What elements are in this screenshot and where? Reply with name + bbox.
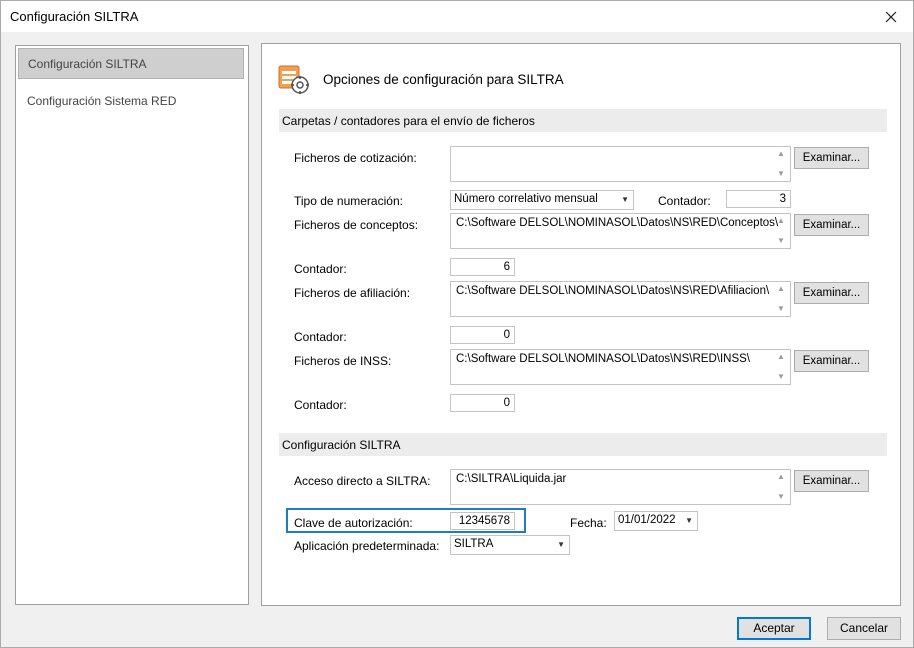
field-value: C:\SILTRA\Liquida.jar <box>456 473 567 485</box>
tipo-numeracion-select[interactable]: Número correlativo mensual ▼ <box>450 190 634 210</box>
ficheros-afiliacion-field[interactable]: C:\Software DELSOL\NOMINASOL\Datos\NS\RE… <box>450 281 791 317</box>
aplicacion-predeterminada-label: Aplicación predeterminada: <box>294 539 440 553</box>
scrollbar[interactable]: ▲ ▼ <box>775 470 790 504</box>
sidebar-item-configuracion-sistema-red[interactable]: Configuración Sistema RED <box>18 86 244 117</box>
section-header-carpetas: Carpetas / contadores para el envío de f… <box>279 109 887 132</box>
chevron-down-icon: ▼ <box>685 516 693 525</box>
sidebar-item-configuracion-siltra[interactable]: Configuración SILTRA <box>18 48 244 79</box>
contador-conceptos-input[interactable]: 6 <box>450 258 515 276</box>
acceso-siltra-label: Acceso directo a SILTRA: <box>294 474 431 488</box>
examinar-siltra-button[interactable]: Examinar... <box>794 470 869 492</box>
chevron-down-icon: ▼ <box>557 540 565 549</box>
sidebar-nav: Configuración SILTRA Configuración Siste… <box>15 45 249 605</box>
contador-inss-label: Contador: <box>294 398 347 412</box>
contador-inss-input[interactable]: 0 <box>450 394 515 412</box>
examinar-cotizacion-button[interactable]: Examinar... <box>794 147 869 169</box>
examinar-afiliacion-button[interactable]: Examinar... <box>794 282 869 304</box>
contador-cotizacion-input[interactable]: 3 <box>726 190 791 208</box>
select-value: Número correlativo mensual <box>454 193 598 205</box>
ficheros-cotizacion-field[interactable]: ▲ ▼ <box>450 146 791 182</box>
scrollbar[interactable]: ▲ ▼ <box>775 350 790 384</box>
scrollbar[interactable]: ▲ ▼ <box>775 282 790 316</box>
settings-folder-icon <box>278 65 309 94</box>
date-value: 01/01/2022 <box>618 514 676 526</box>
section-header-configuracion-siltra: Configuración SILTRA <box>279 433 887 456</box>
scrollbar[interactable]: ▲ ▼ <box>775 214 790 248</box>
examinar-conceptos-button[interactable]: Examinar... <box>794 214 869 236</box>
ficheros-inss-label: Ficheros de INSS: <box>294 354 392 368</box>
contador-label: Contador: <box>658 194 711 208</box>
aplicacion-predeterminada-select[interactable]: SILTRA ▼ <box>450 535 570 555</box>
field-value: C:\Software DELSOL\NOMINASOL\Datos\NS\RE… <box>456 217 779 229</box>
scroll-down-icon: ▼ <box>777 236 785 245</box>
contador-afiliacion-label: Contador: <box>294 330 347 344</box>
field-value: C:\Software DELSOL\NOMINASOL\Datos\NS\RE… <box>456 285 770 297</box>
scroll-down-icon: ▼ <box>777 304 785 313</box>
ficheros-conceptos-field[interactable]: C:\Software DELSOL\NOMINASOL\Datos\NS\RE… <box>450 213 791 249</box>
scroll-up-icon: ▲ <box>777 472 785 481</box>
clave-autorizacion-input[interactable]: 12345678 <box>450 512 515 530</box>
section-title: Configuración SILTRA <box>282 438 401 452</box>
ficheros-cotizacion-label: Ficheros de cotización: <box>294 151 417 165</box>
dialog-window: Configuración SILTRA Configuración SILTR… <box>0 0 914 648</box>
scroll-up-icon: ▲ <box>777 149 785 158</box>
fecha-date-picker[interactable]: 01/01/2022 ▼ <box>614 511 698 531</box>
scroll-up-icon: ▲ <box>777 352 785 361</box>
fecha-label: Fecha: <box>570 516 607 530</box>
clave-autorizacion-label: Clave de autorización: <box>294 516 413 530</box>
ficheros-inss-field[interactable]: C:\Software DELSOL\NOMINASOL\Datos\NS\RE… <box>450 349 791 385</box>
field-value: C:\Software DELSOL\NOMINASOL\Datos\NS\RE… <box>456 353 750 365</box>
scroll-up-icon: ▲ <box>777 284 785 293</box>
scrollbar[interactable]: ▲ ▼ <box>775 147 790 181</box>
tipo-numeracion-label: Tipo de numeración: <box>294 194 403 208</box>
settings-panel: Opciones de configuración para SILTRA Ca… <box>261 43 901 606</box>
close-icon <box>885 11 897 22</box>
scroll-down-icon: ▼ <box>777 372 785 381</box>
close-button[interactable] <box>869 1 913 32</box>
scroll-down-icon: ▼ <box>777 492 785 501</box>
section-title: Carpetas / contadores para el envío de f… <box>282 114 535 128</box>
contador-afiliacion-input[interactable]: 0 <box>450 326 515 344</box>
chevron-down-icon: ▼ <box>621 195 629 204</box>
contador-conceptos-label: Contador: <box>294 262 347 276</box>
scroll-down-icon: ▼ <box>777 169 785 178</box>
ficheros-afiliacion-label: Ficheros de afiliación: <box>294 286 411 300</box>
examinar-inss-button[interactable]: Examinar... <box>794 350 869 372</box>
aceptar-button[interactable]: Aceptar <box>737 617 811 640</box>
ficheros-conceptos-label: Ficheros de conceptos: <box>294 218 419 232</box>
scroll-up-icon: ▲ <box>777 216 785 225</box>
cancelar-button[interactable]: Cancelar <box>827 617 901 640</box>
title-bar: Configuración SILTRA <box>1 1 913 32</box>
select-value: SILTRA <box>454 538 494 550</box>
window-title: Configuración SILTRA <box>10 9 139 24</box>
acceso-siltra-field[interactable]: C:\SILTRA\Liquida.jar ▲ ▼ <box>450 469 791 505</box>
page-title: Opciones de configuración para SILTRA <box>323 72 564 87</box>
